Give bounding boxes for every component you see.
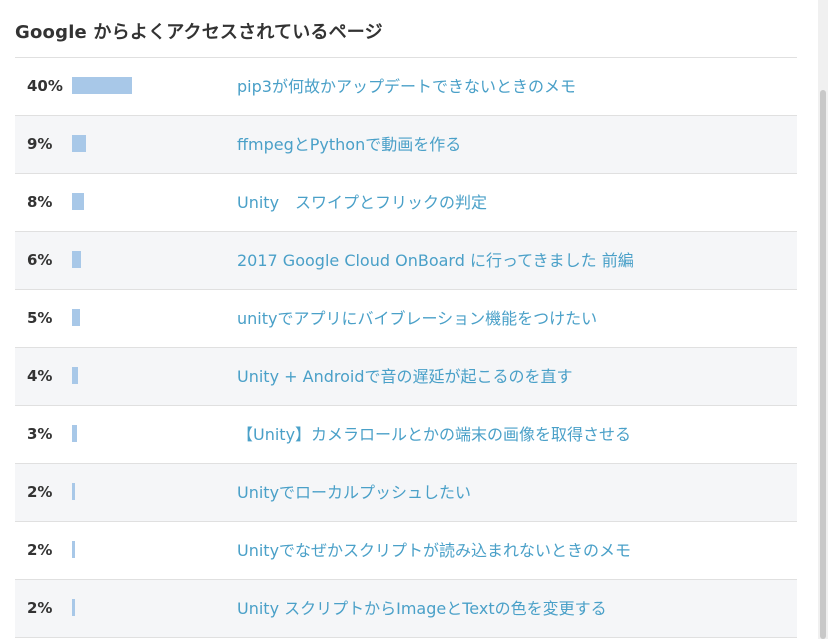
- table-row: 8% Unity スワイプとフリックの判定: [15, 174, 797, 232]
- page-link[interactable]: 2017 Google Cloud OnBoard に行ってきました 前編: [237, 232, 634, 289]
- vertical-scrollbar[interactable]: [818, 0, 828, 639]
- table-row: 40% pip3が何故かアップデートできないときのメモ: [15, 58, 797, 116]
- share-bar: [72, 77, 132, 94]
- percent-label: 4%: [27, 367, 53, 385]
- percent-label: 8%: [27, 193, 53, 211]
- scrollbar-thumb[interactable]: [820, 90, 826, 639]
- page-link[interactable]: 【Unity】カメラロールとかの端末の画像を取得させる: [237, 406, 631, 463]
- table-row: 4% Unity + Androidで音の遅延が起こるのを直す: [15, 348, 797, 406]
- percent-label: 40%: [27, 77, 63, 95]
- page-link[interactable]: ffmpegとPythonで動画を作る: [237, 116, 461, 173]
- percent-label: 2%: [27, 599, 53, 617]
- table-row: 2% Unityでなぜかスクリプトが読み込まれないときのメモ: [15, 522, 797, 580]
- share-bar: [72, 135, 86, 152]
- page-link[interactable]: Unity スクリプトからImageとTextの色を変更する: [237, 580, 607, 637]
- share-bar: [72, 483, 75, 500]
- table-row: 3% 【Unity】カメラロールとかの端末の画像を取得させる: [15, 406, 797, 464]
- table-row: 5% unityでアプリにバイブレーション機能をつけたい: [15, 290, 797, 348]
- table-row: 2% Unityでローカルプッシュしたい: [15, 464, 797, 522]
- percent-label: 3%: [27, 425, 53, 443]
- share-bar: [72, 599, 75, 616]
- percent-label: 5%: [27, 309, 53, 327]
- page-link[interactable]: unityでアプリにバイブレーション機能をつけたい: [237, 290, 597, 347]
- percent-label: 9%: [27, 135, 53, 153]
- access-ranking-page: Google からよくアクセスされているページ 40% pip3が何故かアップデー…: [0, 0, 828, 639]
- share-bar: [72, 193, 84, 210]
- table-row: 6% 2017 Google Cloud OnBoard に行ってきました 前編: [15, 232, 797, 290]
- page-link[interactable]: Unityでローカルプッシュしたい: [237, 464, 471, 521]
- table-row: 2% Unity スクリプトからImageとTextの色を変更する: [15, 580, 797, 638]
- percent-label: 2%: [27, 541, 53, 559]
- page-link[interactable]: Unityでなぜかスクリプトが読み込まれないときのメモ: [237, 522, 631, 579]
- share-bar: [72, 541, 75, 558]
- share-bar: [72, 309, 80, 326]
- share-bar: [72, 251, 81, 268]
- percent-label: 2%: [27, 483, 53, 501]
- page-link[interactable]: Unity スワイプとフリックの判定: [237, 174, 487, 231]
- section-heading: Google からよくアクセスされているページ: [15, 22, 383, 43]
- page-link[interactable]: pip3が何故かアップデートできないときのメモ: [237, 58, 576, 115]
- table-row: 9% ffmpegとPythonで動画を作る: [15, 116, 797, 174]
- share-bar: [72, 367, 78, 384]
- share-bar: [72, 425, 77, 442]
- ranking-table: 40% pip3が何故かアップデートできないときのメモ 9% ffmpegとPytho…: [15, 57, 797, 638]
- page-link[interactable]: Unity + Androidで音の遅延が起こるのを直す: [237, 348, 572, 405]
- percent-label: 6%: [27, 251, 53, 269]
